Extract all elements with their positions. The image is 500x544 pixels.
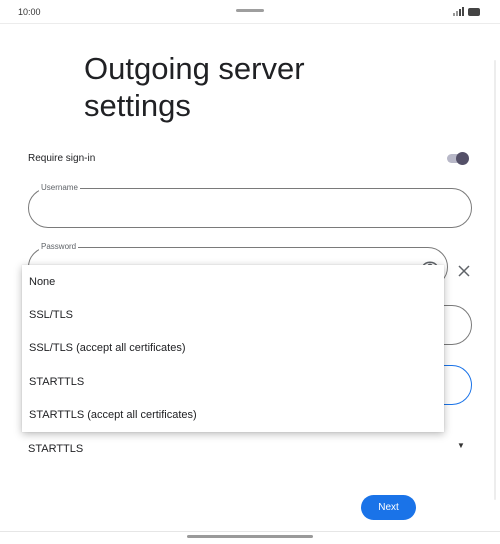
menu-item-starttls-accept-all[interactable]: STARTTLS (accept all certificates): [22, 398, 444, 431]
battery-icon: [468, 8, 480, 16]
home-indicator[interactable]: [187, 535, 313, 538]
next-button[interactable]: Next: [361, 495, 416, 520]
menu-item-ssl-tls-accept-all[interactable]: SSL/TLS (accept all certificates): [22, 331, 444, 364]
top-divider: [0, 23, 500, 24]
menu-item-none[interactable]: None: [22, 265, 444, 298]
password-label: Password: [39, 242, 79, 251]
page-title: Outgoing server settings: [84, 51, 305, 123]
username-field[interactable]: Username: [28, 183, 472, 228]
require-signin-label: Require sign-in: [28, 153, 96, 164]
status-time: 10:00: [18, 7, 41, 17]
require-signin-toggle[interactable]: [447, 152, 469, 165]
scrollbar[interactable]: [494, 60, 496, 500]
bottom-divider: [0, 531, 500, 532]
menu-item-ssl-tls[interactable]: SSL/TLS: [22, 298, 444, 331]
status-bar: 10:00: [0, 0, 500, 24]
toggle-thumb: [456, 152, 469, 165]
username-input[interactable]: [43, 199, 443, 219]
signal-icon: [453, 7, 464, 16]
close-icon[interactable]: [457, 264, 471, 278]
security-type-value[interactable]: STARTTLS: [28, 443, 83, 455]
drag-handle: [236, 9, 264, 12]
status-icons: [453, 7, 480, 16]
security-type-menu: None SSL/TLS SSL/TLS (accept all certifi…: [22, 265, 444, 432]
username-label: Username: [39, 183, 80, 192]
menu-item-starttls[interactable]: STARTTLS: [22, 365, 444, 398]
dropdown-arrow-icon[interactable]: ▼: [457, 441, 465, 450]
